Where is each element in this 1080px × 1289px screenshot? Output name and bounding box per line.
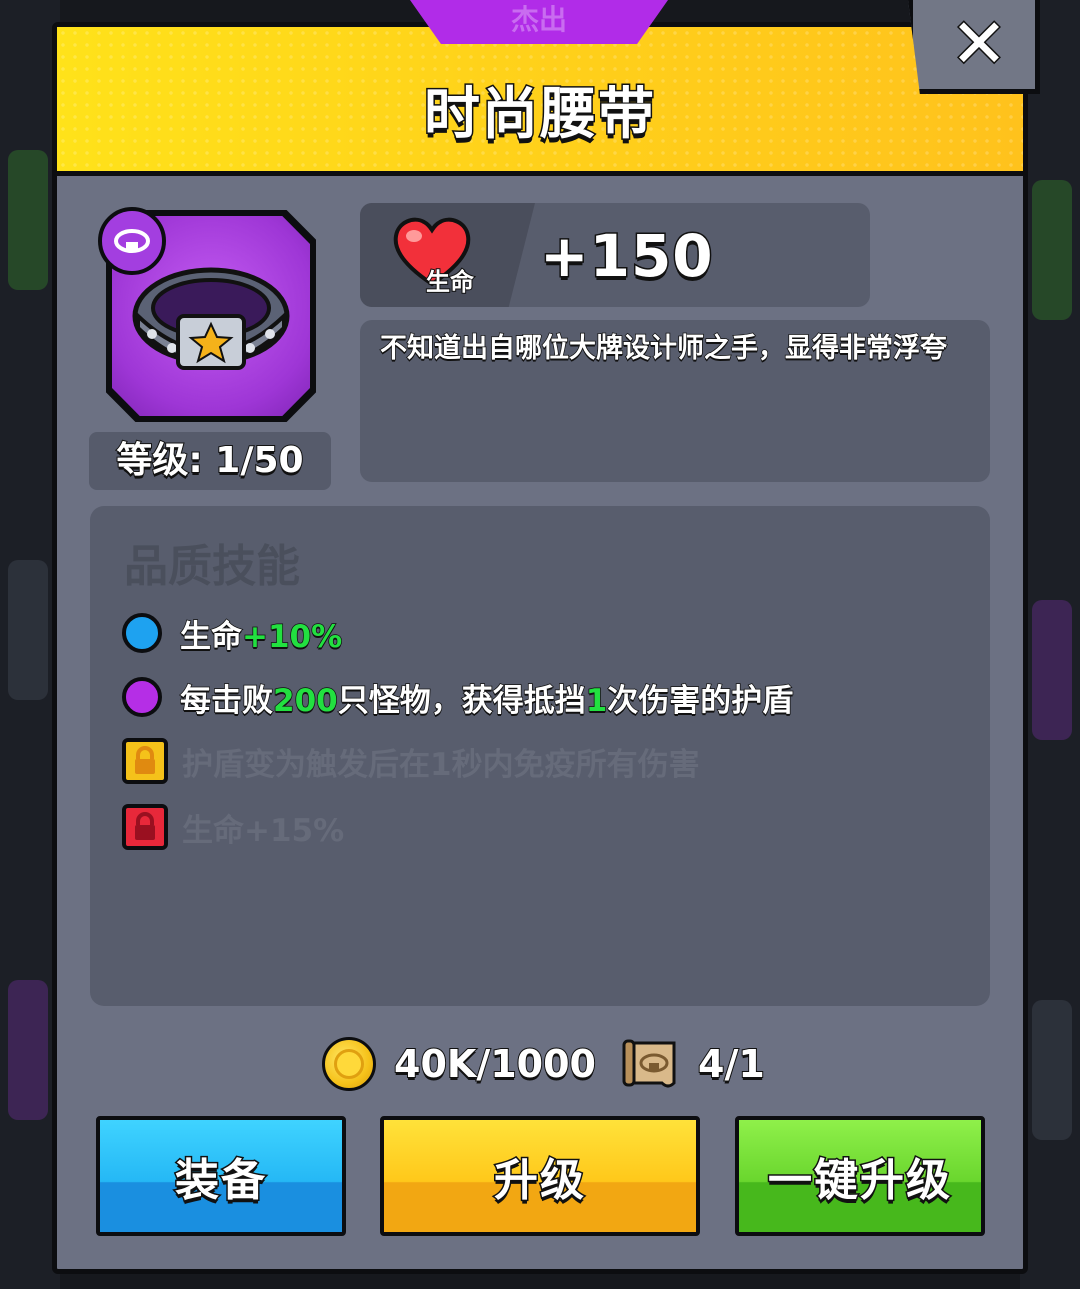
skill-row-locked: 生命+15%	[122, 802, 344, 852]
scroll-cost-text: 4/1	[697, 1041, 766, 1087]
close-button[interactable]: ✕	[908, 0, 1040, 94]
skill-row-locked: 护盾变为触发后在1秒内免疫所有伤害	[122, 736, 700, 786]
skill-text: 护盾变为触发后在1秒内免疫所有伤害	[182, 746, 700, 783]
background-tile	[1032, 180, 1072, 320]
background-tile	[8, 560, 48, 700]
blue-dot-icon	[122, 613, 162, 653]
item-description: 不知道出自哪位大牌设计师之手，显得非常浮夸	[379, 332, 948, 365]
gold-lock-icon	[122, 738, 168, 784]
panel-header: 时尚腰带	[57, 27, 1023, 176]
background-tile	[1032, 600, 1072, 740]
belt-type-icon	[114, 229, 150, 253]
scroll-cost: 4/1	[622, 1036, 766, 1092]
red-lock-icon	[122, 804, 168, 850]
background-tile	[8, 150, 48, 290]
upgrade-button[interactable]: 升级	[380, 1116, 700, 1236]
item-title: 时尚腰带	[423, 81, 656, 149]
upgrade-all-label: 一键升级	[767, 1154, 952, 1208]
skill-row: 生命+10%	[122, 608, 343, 658]
upgrade-all-button[interactable]: 一键升级	[735, 1116, 985, 1236]
skill-text: 生命+15%	[182, 812, 345, 849]
rarity-label: 杰出	[510, 3, 567, 36]
close-icon: ✕	[949, 4, 1009, 84]
gold-cost: 40K/1000	[322, 1036, 597, 1092]
equip-button[interactable]: 装备	[96, 1116, 346, 1236]
background-tile	[8, 980, 48, 1120]
purple-dot-icon	[122, 677, 162, 717]
stat-label: 生命	[425, 267, 475, 297]
stat-value: +150	[539, 221, 715, 292]
skill-text: 每击败200只怪物，获得抵挡1次伤害的护盾	[179, 682, 794, 720]
skill-text: 生命+10%	[179, 618, 343, 656]
skill-row: 每击败200只怪物，获得抵挡1次伤害的护盾	[122, 672, 794, 722]
scroll-icon	[622, 1039, 676, 1088]
level-text: 等级: 1/50	[115, 439, 304, 482]
belt-type-badge	[98, 207, 166, 275]
background-tile	[1032, 1000, 1072, 1140]
coin-icon	[322, 1037, 376, 1091]
skills-title: 品质技能	[124, 541, 300, 592]
equip-label: 装备	[174, 1154, 267, 1208]
upgrade-label: 升级	[493, 1154, 586, 1208]
gold-cost-text: 40K/1000	[393, 1041, 597, 1087]
